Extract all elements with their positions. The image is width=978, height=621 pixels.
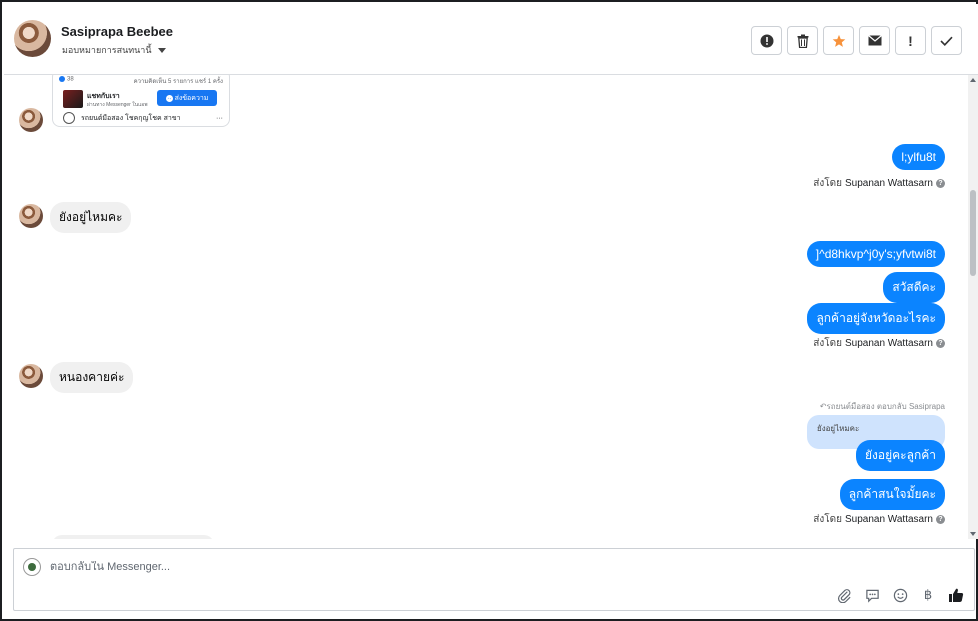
card-likes: 38 (67, 76, 74, 83)
scroll-thumb[interactable] (970, 190, 976, 276)
agent-name: Supanan Wattasarn (844, 178, 933, 189)
mark-done-button[interactable] (931, 26, 962, 55)
attachment-button[interactable] (836, 587, 852, 603)
card-page-row: รถยนต์มือสอง โชคกุญโชค สาขา ··· (63, 112, 223, 124)
smiley-icon (893, 588, 907, 602)
help-icon[interactable]: ? (936, 515, 945, 524)
incoming-message-partial (52, 535, 214, 539)
saved-replies-button[interactable] (864, 587, 880, 603)
exclamation-icon: ! (908, 32, 913, 49)
page-avatar (23, 558, 41, 576)
agent-name: Supanan Wattasarn (844, 514, 933, 525)
send-message-button[interactable]: ส่งข้อความ (157, 90, 217, 106)
contact-avatar-small (19, 364, 43, 388)
sent-by-label: ส่งโดย Supanan Wattasarn ? (813, 176, 945, 191)
star-button[interactable] (823, 26, 854, 55)
assign-label: มอบหมายการสนทนานี้ (62, 45, 152, 55)
contact-name[interactable]: Sasiprapa Beebee (61, 24, 173, 39)
message-thread[interactable]: 38 ความคิดเห็น 5 รายการ แชร์ 1 ครั้ง แชท… (4, 75, 968, 539)
baht-icon: ฿ (923, 587, 933, 602)
agent-name: Supanan Wattasarn (844, 338, 933, 349)
reply-note: ↶รถยนต์มือสอง ตอบกลับ Sasiprapa (819, 402, 945, 411)
mark-important-button[interactable]: ! (895, 26, 926, 55)
contact-avatar-small (19, 204, 43, 228)
outgoing-message[interactable]: ยังอยู่คะลูกค้า (856, 440, 945, 471)
contact-avatar-small (19, 108, 43, 132)
like-icon (59, 76, 65, 82)
conversation-header: Sasiprapa Beebee มอบหมายการสนทนานี้ ! (4, 4, 978, 75)
inbox-frame: Sasiprapa Beebee มอบหมายการสนทนานี้ ! 38… (0, 0, 978, 621)
like-send-button[interactable] (948, 587, 964, 603)
reply-input[interactable] (50, 561, 750, 573)
assign-conversation-dropdown[interactable]: มอบหมายการสนทนานี้ (62, 43, 166, 57)
page-logo-icon (63, 112, 75, 124)
payment-button[interactable]: ฿ (920, 587, 936, 603)
incoming-message[interactable]: ยังอยู่ไหมคะ (50, 202, 132, 233)
scroll-down-arrow-icon[interactable] (970, 532, 976, 536)
caret-down-icon (157, 47, 166, 53)
conversation-toolbar: ! (751, 26, 962, 55)
more-options-icon[interactable]: ··· (216, 115, 223, 122)
card-subtitle: ผ่านทาง Messenger ในแอพ (87, 102, 148, 108)
card-stats-row: 38 ความคิดเห็น 5 รายการ แชร์ 1 ครั้ง (59, 76, 223, 86)
thumbs-up-icon (949, 588, 964, 602)
mark-spam-button[interactable] (751, 26, 782, 55)
card-page-name: รถยนต์มือสอง โชคกุญโชค สาขา (81, 114, 181, 122)
chat-bubble-icon (865, 589, 879, 603)
mail-icon (867, 35, 882, 46)
help-icon[interactable]: ? (936, 339, 945, 348)
help-icon[interactable]: ? (936, 179, 945, 188)
card-meta: ความคิดเห็น 5 รายการ แชร์ 1 ครั้ง (133, 79, 223, 85)
mark-unread-button[interactable] (859, 26, 890, 55)
delete-button[interactable] (787, 26, 818, 55)
star-icon (832, 34, 845, 47)
outgoing-message[interactable]: l;ylfu8t (892, 144, 945, 170)
messenger-icon (165, 94, 173, 102)
contact-avatar[interactable] (14, 20, 51, 57)
sent-by-prefix: ส่งโดย (813, 514, 842, 525)
outgoing-message[interactable]: ลูกค้าอยู่จังหวัดอะไรคะ (807, 303, 945, 334)
shared-post-card[interactable]: 38 ความคิดเห็น 5 รายการ แชร์ 1 ครั้ง แชท… (52, 75, 230, 127)
card-thumbnail (63, 90, 83, 108)
quoted-text: ยังอยู่ไหมคะ (817, 424, 860, 433)
sent-by-label: ส่งโดย Supanan Wattasarn ? (813, 512, 945, 527)
outgoing-message[interactable]: ]^d8hkvp^j0y's;yfvtwi8t (806, 241, 945, 267)
sent-by-prefix: ส่งโดย (813, 338, 842, 349)
send-message-label: ส่งข้อความ (174, 94, 209, 102)
paperclip-icon (837, 588, 851, 603)
trash-icon (797, 34, 808, 48)
sent-by-prefix: ส่งโดย (813, 178, 842, 189)
alert-circle-icon (760, 34, 773, 47)
outgoing-message[interactable]: สวัสดีคะ (883, 272, 945, 303)
sent-by-label: ส่งโดย Supanan Wattasarn ? (813, 336, 945, 351)
reply-composer: ฿ (13, 548, 975, 611)
check-icon (940, 36, 953, 46)
incoming-message[interactable]: หนองคายค่ะ (50, 362, 134, 393)
scroll-up-arrow-icon[interactable] (970, 78, 976, 82)
outgoing-message[interactable]: ลูกค้าสนใจมั้ยคะ (839, 479, 945, 510)
emoji-button[interactable] (892, 587, 908, 603)
thread-scrollbar[interactable] (968, 75, 978, 539)
composer-actions: ฿ (836, 587, 964, 603)
